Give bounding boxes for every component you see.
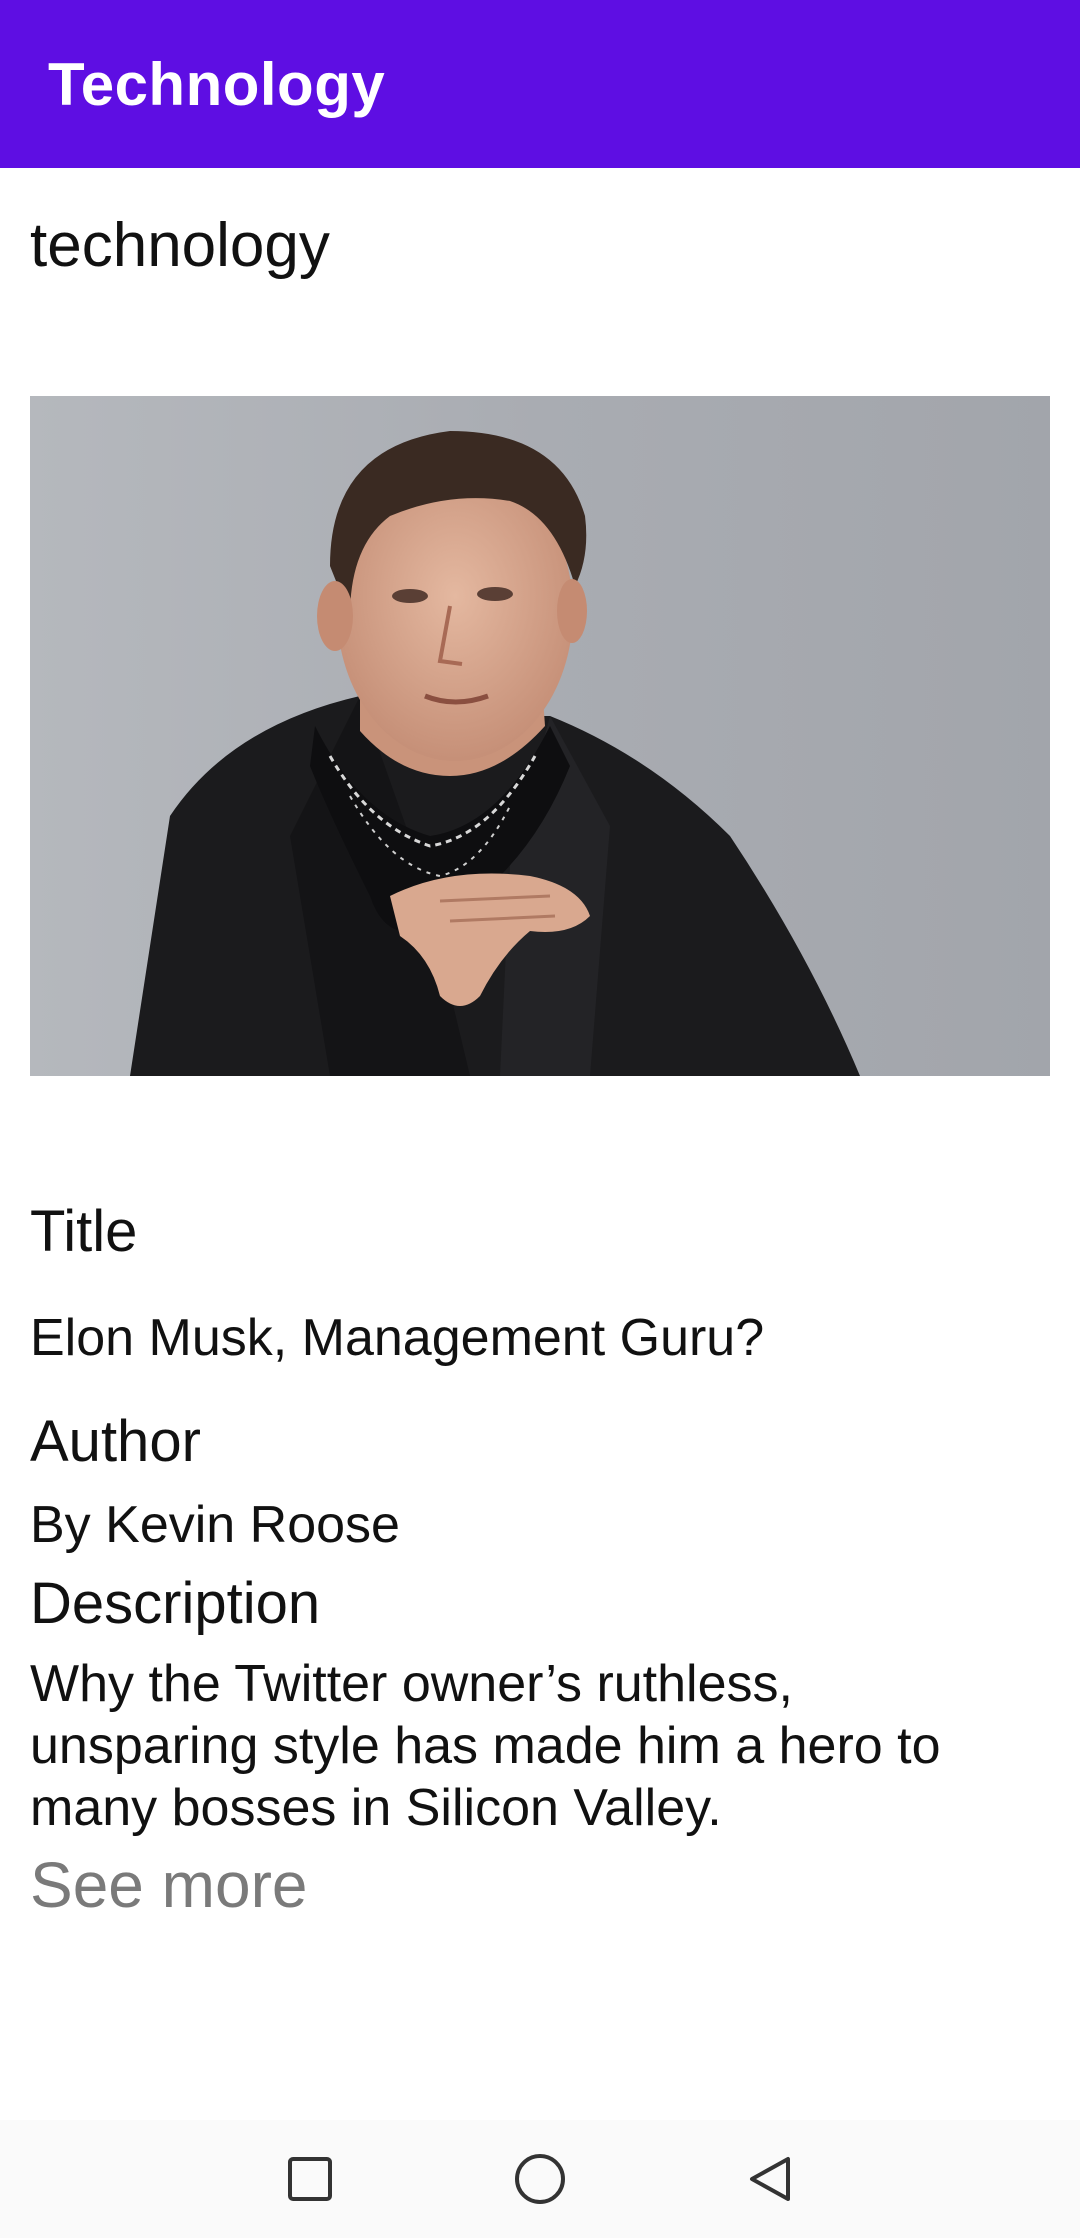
app-bar: Technology [0,0,1080,168]
system-nav-bar [0,2120,1080,2238]
author-label: Author [30,1409,201,1474]
recents-icon [288,2157,332,2201]
description-label: Description [30,1571,321,1636]
article-title: Elon Musk, Management Guru? [30,1309,765,1367]
see-more-link[interactable]: See more [30,1848,307,1922]
title-label: Title [30,1199,138,1264]
article-author: By Kevin Roose [30,1496,400,1554]
back-icon [750,2157,790,2201]
article-detail: technology Title Elon Musk, Management G… [0,168,1080,2120]
category-heading: technology [30,211,330,280]
article-image-illustration [30,396,1050,1076]
article-image [30,396,1050,1076]
recents-button[interactable] [250,2120,370,2238]
back-button[interactable] [710,2120,830,2238]
home-button[interactable] [480,2120,600,2238]
article-description: Why the Twitter owner’s ruthless, unspar… [30,1655,941,1837]
home-icon [515,2154,565,2204]
app-bar-title: Technology [48,50,386,118]
